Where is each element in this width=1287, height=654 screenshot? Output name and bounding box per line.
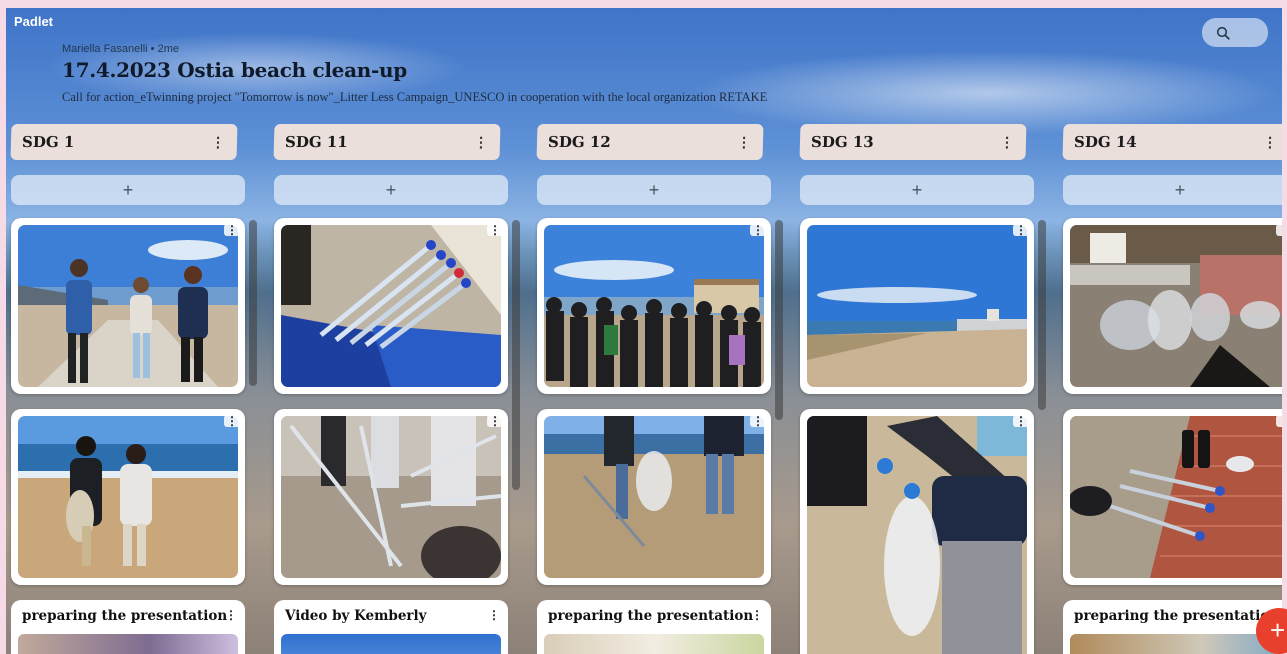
column-scrollbar[interactable]: [775, 220, 783, 420]
padlet-board: Padlet Mariella Fasanelli • 2me 17.4.202…: [6, 8, 1282, 654]
post-card[interactable]: preparing the presentation ⋮: [537, 600, 771, 654]
post-thumbnail: [544, 634, 764, 654]
add-post-button[interactable]: +: [537, 175, 771, 205]
column-header[interactable]: SDG 12 ⋮: [536, 124, 764, 160]
add-post-button[interactable]: +: [800, 175, 1034, 205]
column-header[interactable]: SDG 11 ⋮: [273, 124, 501, 160]
post-photo: [18, 416, 238, 578]
post-title: preparing the presentation: [22, 608, 228, 624]
post-menu-icon[interactable]: ⋮: [225, 608, 237, 622]
post-menu-icon[interactable]: ⋮: [1013, 415, 1029, 427]
column-sdg-11: SDG 11 ⋮ + ⋮ ⋮ Video by Kemberly ⋮: [273, 124, 508, 654]
post-card[interactable]: ⋮: [537, 218, 771, 394]
post-menu-icon[interactable]: ⋮: [1276, 415, 1282, 427]
post-card[interactable]: ⋮: [1063, 409, 1282, 585]
column-scrollbar[interactable]: [249, 220, 257, 386]
column-menu-icon[interactable]: ⋮: [1000, 134, 1014, 150]
column-sdg-12: SDG 12 ⋮ + ⋮ ⋮ preparing the presentatio…: [536, 124, 771, 654]
column-title: SDG 14: [1073, 133, 1137, 151]
column-sdg-14: SDG 14 ⋮ + ⋮: [1062, 124, 1282, 654]
post-age: 2me: [157, 43, 179, 55]
post-card[interactable]: ⋮: [800, 409, 1034, 654]
column-sdg-1: SDG 1 ⋮ + ⋮ ⋮ preparing the presentation…: [10, 124, 245, 654]
post-card[interactable]: Video by Kemberly ⋮: [274, 600, 508, 654]
post-card[interactable]: ⋮: [274, 218, 508, 394]
post-title: preparing the presentation: [548, 608, 754, 624]
meta-separator: •: [150, 43, 155, 55]
post-thumbnail: [1070, 634, 1282, 654]
author-name[interactable]: Mariella Fasanelli: [62, 43, 148, 55]
column-title: SDG 13: [810, 133, 874, 151]
post-menu-icon[interactable]: ⋮: [224, 224, 240, 236]
search-icon: [1216, 26, 1230, 40]
column-title: SDG 11: [284, 133, 348, 151]
add-post-button[interactable]: +: [274, 175, 508, 205]
post-photo: [18, 225, 238, 387]
post-menu-icon[interactable]: ⋮: [750, 415, 766, 427]
board-title: 17.4.2023 Ostia beach clean-up: [62, 58, 407, 82]
post-card[interactable]: ⋮: [1063, 218, 1282, 394]
column-header[interactable]: SDG 1 ⋮: [10, 124, 238, 160]
post-photo: [544, 225, 764, 387]
board-description: Call for action_eTwinning project "Tomor…: [62, 90, 768, 104]
post-card[interactable]: ⋮: [11, 409, 245, 585]
add-post-button[interactable]: +: [1063, 175, 1282, 205]
post-photo: [544, 416, 764, 578]
post-title: Video by Kemberly: [285, 608, 427, 624]
post-photo: [1070, 225, 1282, 387]
post-menu-icon[interactable]: ⋮: [488, 608, 500, 622]
column-menu-icon[interactable]: ⋮: [474, 134, 488, 150]
post-card[interactable]: ⋮: [274, 409, 508, 585]
post-card[interactable]: preparing the presentation ⋮: [1063, 600, 1282, 654]
column-menu-icon[interactable]: ⋮: [1263, 134, 1277, 150]
post-card[interactable]: preparing the presentation ⋮: [11, 600, 245, 654]
column-header[interactable]: SDG 13 ⋮: [799, 124, 1027, 160]
column-scrollbar[interactable]: [512, 220, 520, 490]
post-thumbnail: [18, 634, 238, 654]
column-header[interactable]: SDG 14 ⋮: [1062, 124, 1282, 160]
search-button[interactable]: [1202, 18, 1268, 47]
post-card[interactable]: ⋮: [11, 218, 245, 394]
column-sdg-13: SDG 13 ⋮ + ⋮ ⋮: [799, 124, 1034, 654]
post-menu-icon[interactable]: ⋮: [750, 224, 766, 236]
post-card[interactable]: ⋮: [800, 218, 1034, 394]
add-post-button[interactable]: +: [11, 175, 245, 205]
post-photo: [1070, 416, 1282, 578]
column-title: SDG 12: [547, 133, 611, 151]
post-menu-icon[interactable]: ⋮: [224, 415, 240, 427]
post-title: preparing the presentation: [1074, 608, 1280, 624]
post-menu-icon[interactable]: ⋮: [1276, 224, 1282, 236]
post-photo: [807, 416, 1027, 654]
column-menu-icon[interactable]: ⋮: [211, 134, 225, 150]
column-menu-icon[interactable]: ⋮: [737, 134, 751, 150]
post-menu-icon[interactable]: ⋮: [487, 415, 503, 427]
post-photo: [281, 416, 501, 578]
column-scrollbar[interactable]: [1038, 220, 1046, 410]
post-photo: [281, 225, 501, 387]
post-menu-icon[interactable]: ⋮: [751, 608, 763, 622]
post-card[interactable]: ⋮: [537, 409, 771, 585]
post-thumbnail: [281, 634, 501, 654]
board-meta: Mariella Fasanelli • 2me: [62, 43, 179, 55]
post-menu-icon[interactable]: ⋮: [487, 224, 503, 236]
column-title: SDG 1: [21, 133, 75, 151]
post-menu-icon[interactable]: ⋮: [1013, 224, 1029, 236]
padlet-logo[interactable]: Padlet: [14, 14, 53, 29]
post-photo: [807, 225, 1027, 387]
